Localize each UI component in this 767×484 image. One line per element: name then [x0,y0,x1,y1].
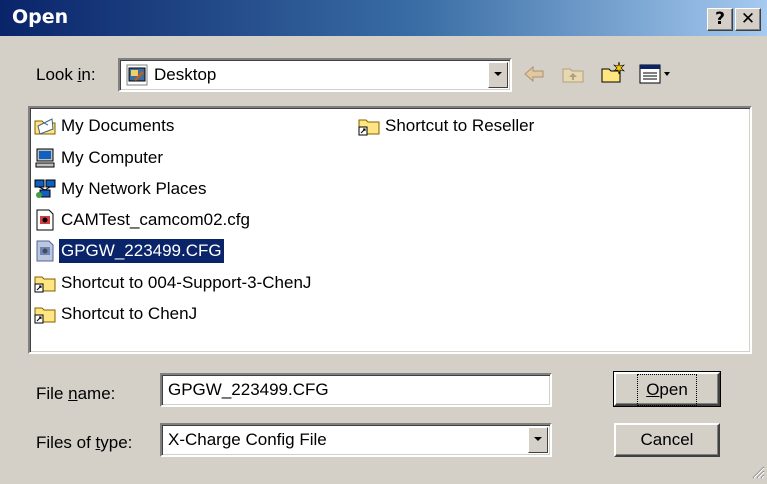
file-name-value: GPGW_223499.CFG [168,380,329,399]
network-places-icon [34,178,56,200]
list-item-shortcut-support[interactable]: Shortcut to 004-Support-3-ChenJ [34,271,313,295]
list-item-camtest-cfg[interactable]: CAMTest_camcom02.cfg [34,208,252,232]
folder-shortcut-icon [34,303,56,325]
close-button[interactable]: ✕ [735,8,761,31]
list-item-shortcut-reseller[interactable]: Shortcut to Reseller [358,114,536,138]
back-arrow-icon[interactable] [522,62,546,86]
help-button[interactable]: ? [707,8,733,31]
title-bar[interactable]: Open ? ✕ [0,0,767,36]
file-list[interactable]: My Documents My Computer My Network Plac… [28,106,752,354]
config-file-icon [34,240,56,262]
resize-grip[interactable] [751,464,765,479]
file-name-input[interactable]: GPGW_223499.CFG [160,373,552,407]
list-item-my-computer[interactable]: My Computer [34,146,165,170]
up-folder-icon[interactable] [561,62,585,86]
look-in-dropdown-button[interactable] [488,62,508,88]
look-in-label: Look in: [36,65,96,84]
list-item-gpgw-cfg[interactable]: GPGW_223499.CFG [34,239,224,263]
desktop-icon [126,64,148,86]
file-name-label: File name: [36,384,116,403]
folder-shortcut-icon [34,272,56,294]
folder-shortcut-icon [358,115,380,137]
my-computer-icon [34,147,56,169]
files-of-type-value: X-Charge Config File [168,430,327,449]
look-in-combo[interactable]: Desktop [118,58,512,92]
look-in-value: Desktop [154,65,217,84]
dialog-title: Open [12,6,69,28]
config-file-icon [34,209,56,231]
cancel-button[interactable]: Cancel [614,423,720,457]
open-button[interactable]: Open [613,371,721,407]
new-folder-icon[interactable] [600,60,625,84]
my-documents-icon [34,115,56,137]
files-of-type-combo[interactable]: X-Charge Config File [160,423,552,457]
files-of-type-dropdown-button[interactable] [528,427,548,453]
files-of-type-label: Files of type: [36,433,133,452]
open-dialog: Open ? ✕ Look in: Desktop My Documents M… [0,0,767,480]
list-item-my-documents[interactable]: My Documents [34,114,176,138]
list-item-shortcut-chenj[interactable]: Shortcut to ChenJ [34,302,199,326]
list-item-my-network-places[interactable]: My Network Places [34,177,208,201]
view-menu-icon[interactable] [638,62,674,86]
